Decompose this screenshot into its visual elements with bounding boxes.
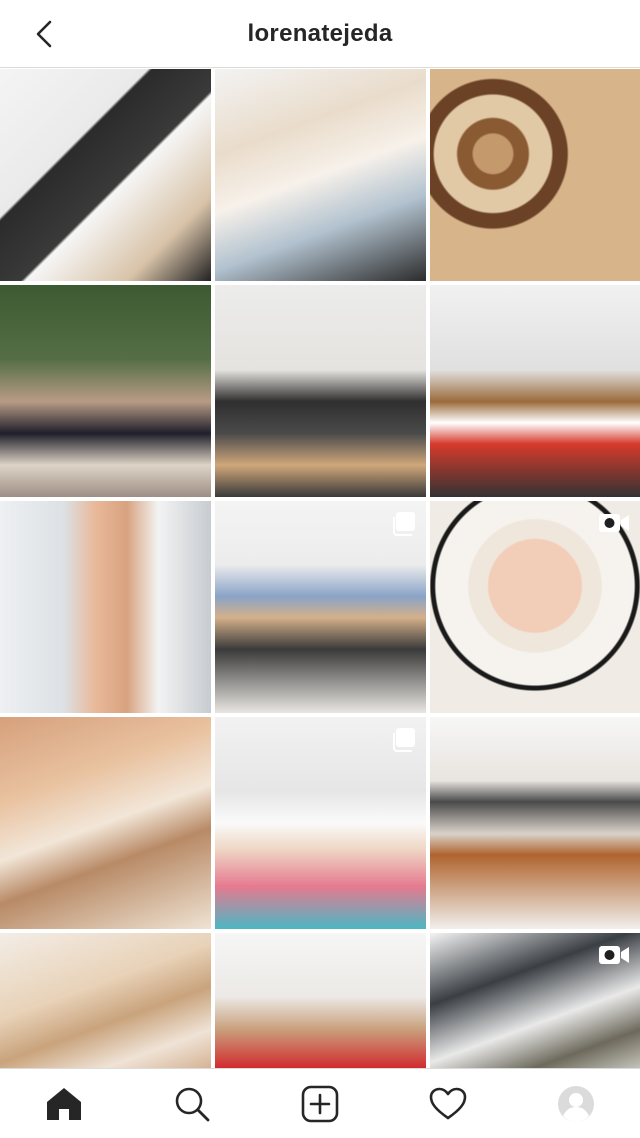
multiple-images-icon (393, 728, 415, 752)
nav-activity-button[interactable] (424, 1080, 472, 1128)
post-thumbnail[interactable] (430, 717, 640, 929)
post-thumbnail[interactable] (215, 69, 426, 281)
home-icon (47, 1087, 81, 1120)
posts-grid (0, 69, 640, 1068)
post-thumbnail[interactable] (0, 933, 211, 1068)
post-thumbnail[interactable] (430, 69, 640, 281)
post-thumbnail[interactable] (215, 933, 426, 1068)
post-thumbnail[interactable] (0, 285, 211, 497)
profile-avatar-icon (558, 1085, 594, 1122)
post-thumbnail[interactable] (430, 933, 640, 1068)
top-bar: lorenatejeda (0, 0, 640, 68)
post-thumbnail[interactable] (0, 501, 211, 713)
search-icon (175, 1087, 210, 1121)
post-thumbnail[interactable] (0, 717, 211, 929)
video-camera-icon (599, 514, 629, 532)
nav-new-post-button[interactable] (296, 1080, 344, 1128)
heart-icon (429, 1087, 467, 1119)
nav-profile-button[interactable] (552, 1080, 600, 1128)
profile-username: lorenatejeda (247, 20, 393, 47)
post-thumbnail[interactable] (0, 69, 211, 281)
post-thumbnail[interactable] (430, 285, 640, 497)
nav-search-button[interactable] (168, 1080, 216, 1128)
multiple-images-icon (393, 512, 415, 536)
bottom-navigation (0, 1068, 640, 1138)
post-thumbnail[interactable] (215, 501, 426, 713)
nav-home-button[interactable] (40, 1080, 88, 1128)
post-thumbnail[interactable] (430, 501, 640, 713)
post-thumbnail[interactable] (215, 285, 426, 497)
post-thumbnail[interactable] (215, 717, 426, 929)
add-post-icon (301, 1085, 339, 1122)
video-camera-icon (599, 946, 629, 964)
